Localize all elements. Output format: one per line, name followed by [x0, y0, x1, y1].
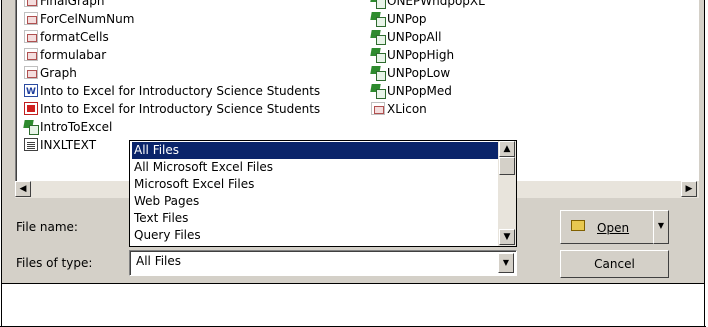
dropdown-scrollbar[interactable]: ▲ ▼ — [498, 141, 516, 246]
file-item[interactable]: XLicon — [371, 101, 427, 118]
pdf-doc-icon — [24, 102, 38, 115]
frame-border — [1, 0, 2, 327]
file-item[interactable]: UNPopLow — [371, 65, 450, 82]
excel-doc-icon — [24, 30, 38, 43]
excel-doc-icon — [24, 12, 38, 25]
file-type-label: Files of type: — [16, 256, 93, 270]
file-item[interactable]: UNPopAll — [371, 29, 441, 46]
file-item[interactable]: Into to Excel for Introductory Science S… — [24, 83, 321, 101]
dropdown-option[interactable]: Microsoft Excel Files — [132, 176, 254, 193]
excel-workbook-icon — [371, 84, 386, 99]
file-name-label: File name: — [16, 220, 78, 234]
file-type-value: All Files — [136, 254, 182, 268]
scroll-up-icon[interactable]: ▲ — [499, 141, 515, 157]
excel-workbook-icon — [371, 30, 386, 45]
excel-workbook-icon — [24, 120, 39, 135]
excel-workbook-icon — [371, 12, 386, 27]
excel-workbook-icon — [371, 0, 386, 9]
open-folder-icon — [571, 220, 585, 231]
file-item[interactable]: UNPopHigh — [371, 47, 454, 64]
file-item[interactable]: ForCelNumNum — [24, 11, 134, 28]
dropdown-option[interactable]: All Microsoft Excel Files — [132, 159, 273, 176]
open-options-arrow-icon[interactable]: ▼ — [653, 210, 669, 244]
frame-border — [704, 0, 705, 327]
file-name: ForCelNumNum — [40, 12, 135, 26]
dropdown-option[interactable]: Web Pages — [132, 193, 199, 210]
file-name: formulabar — [40, 48, 107, 62]
dropdown-option[interactable]: Text Files — [132, 210, 188, 227]
file-item[interactable]: formulabar — [24, 47, 106, 64]
file-name: UNPopHigh — [387, 48, 455, 62]
file-name: Into to Excel for Introductory Science S… — [40, 102, 321, 116]
cancel-button[interactable]: Cancel — [560, 250, 669, 278]
excel-workbook-icon — [371, 48, 386, 63]
excel-workbook-icon — [371, 66, 386, 81]
file-name: Graph — [40, 66, 77, 80]
file-item[interactable]: FinalGraph — [24, 0, 104, 10]
file-name: UNPop — [387, 12, 427, 26]
file-name: XLicon — [387, 102, 427, 116]
excel-doc-icon — [371, 102, 385, 115]
scroll-down-icon[interactable]: ▼ — [499, 229, 515, 245]
file-type-select[interactable]: All Files ▼ — [129, 250, 517, 276]
file-name: UNPopMed — [387, 84, 452, 98]
scroll-thumb[interactable] — [499, 157, 515, 175]
file-name: ONEPWndpopXL — [387, 0, 485, 8]
file-item[interactable]: UNPopMed — [371, 83, 452, 100]
scroll-right-icon[interactable]: ▶ — [681, 181, 697, 197]
file-name: UNPopAll — [387, 30, 442, 44]
frame-divider — [1, 283, 705, 284]
chevron-down-icon[interactable]: ▼ — [498, 253, 514, 273]
excel-doc-icon — [24, 48, 38, 61]
file-name: INXLTEXT — [40, 138, 97, 152]
file-type-dropdown-list[interactable]: All Files All Microsoft Excel Files Micr… — [129, 140, 517, 247]
excel-doc-icon — [24, 66, 38, 79]
file-item[interactable]: formatCells — [24, 29, 109, 46]
file-name: FinalGraph — [40, 0, 105, 8]
file-name: IntroToExcel — [40, 120, 113, 134]
file-item[interactable]: INXLTEXT — [24, 137, 96, 154]
open-file-dialog: FinalGraph ForCelNumNum formatCells form… — [2, 0, 704, 283]
word-doc-icon — [24, 84, 38, 101]
text-file-icon — [24, 138, 38, 151]
excel-doc-icon — [24, 0, 38, 7]
file-item[interactable]: ONEPWndpopXL — [371, 0, 485, 10]
file-name: UNPopLow — [387, 66, 451, 80]
scroll-left-icon[interactable]: ◀ — [15, 181, 31, 197]
file-item[interactable]: UNPop — [371, 11, 427, 28]
dropdown-option[interactable]: All Files — [132, 142, 500, 159]
file-item[interactable]: Into to Excel for Introductory Science S… — [24, 101, 320, 118]
file-item[interactable]: IntroToExcel — [24, 119, 112, 136]
open-button-label: Open — [597, 221, 630, 235]
file-name: Into to Excel for Introductory Science S… — [40, 84, 321, 98]
dropdown-option[interactable]: Query Files — [132, 227, 201, 244]
file-name: formatCells — [40, 30, 109, 44]
file-item[interactable]: Graph — [24, 65, 77, 82]
